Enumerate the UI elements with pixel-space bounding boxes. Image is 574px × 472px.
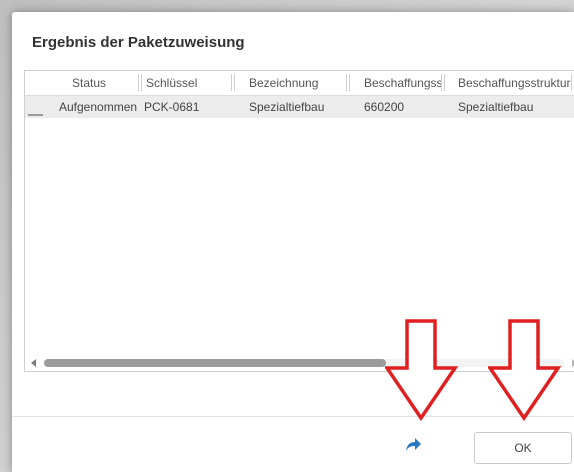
table-header: Status Schlüssel Bezeichnung Beschaffung… — [25, 71, 574, 96]
table-row[interactable]: Aufgenommen PCK-0681 Spezialtiefbau 6602… — [25, 96, 574, 118]
annotation-arrow-icon — [488, 319, 562, 422]
column-resizer[interactable] — [231, 74, 235, 91]
annotation-arrow-icon — [385, 319, 459, 422]
column-header-procurement-short[interactable]: Beschaffungsst — [364, 71, 442, 95]
ok-button[interactable]: OK — [474, 432, 572, 464]
cell-key: PCK-0681 — [144, 100, 200, 114]
cell-procurement-structure: Spezialtiefbau — [458, 100, 534, 114]
column-header-status[interactable]: Status — [72, 71, 136, 95]
header-corner — [25, 71, 61, 95]
share-arrow-icon[interactable] — [403, 436, 423, 454]
column-resizer[interactable] — [441, 74, 445, 91]
row-selector[interactable] — [25, 96, 47, 118]
cell-description: Spezialtiefbau — [249, 100, 325, 114]
column-resizer[interactable] — [346, 74, 350, 91]
dialog-title: Ergebnis der Paketzuweisung — [32, 34, 245, 51]
cell-status: Aufgenommen — [59, 100, 138, 114]
scrollbar-thumb[interactable] — [44, 359, 386, 367]
cell-procurement-short: 660200 — [364, 100, 405, 114]
column-header-key[interactable]: Schlüssel — [146, 71, 221, 95]
column-resizer[interactable] — [138, 74, 142, 91]
column-header-procurement-structure[interactable]: Beschaffungsstruktur — [458, 71, 572, 95]
column-header-description[interactable]: Bezeichnung — [249, 71, 349, 95]
scroll-left-icon[interactable] — [31, 359, 36, 367]
